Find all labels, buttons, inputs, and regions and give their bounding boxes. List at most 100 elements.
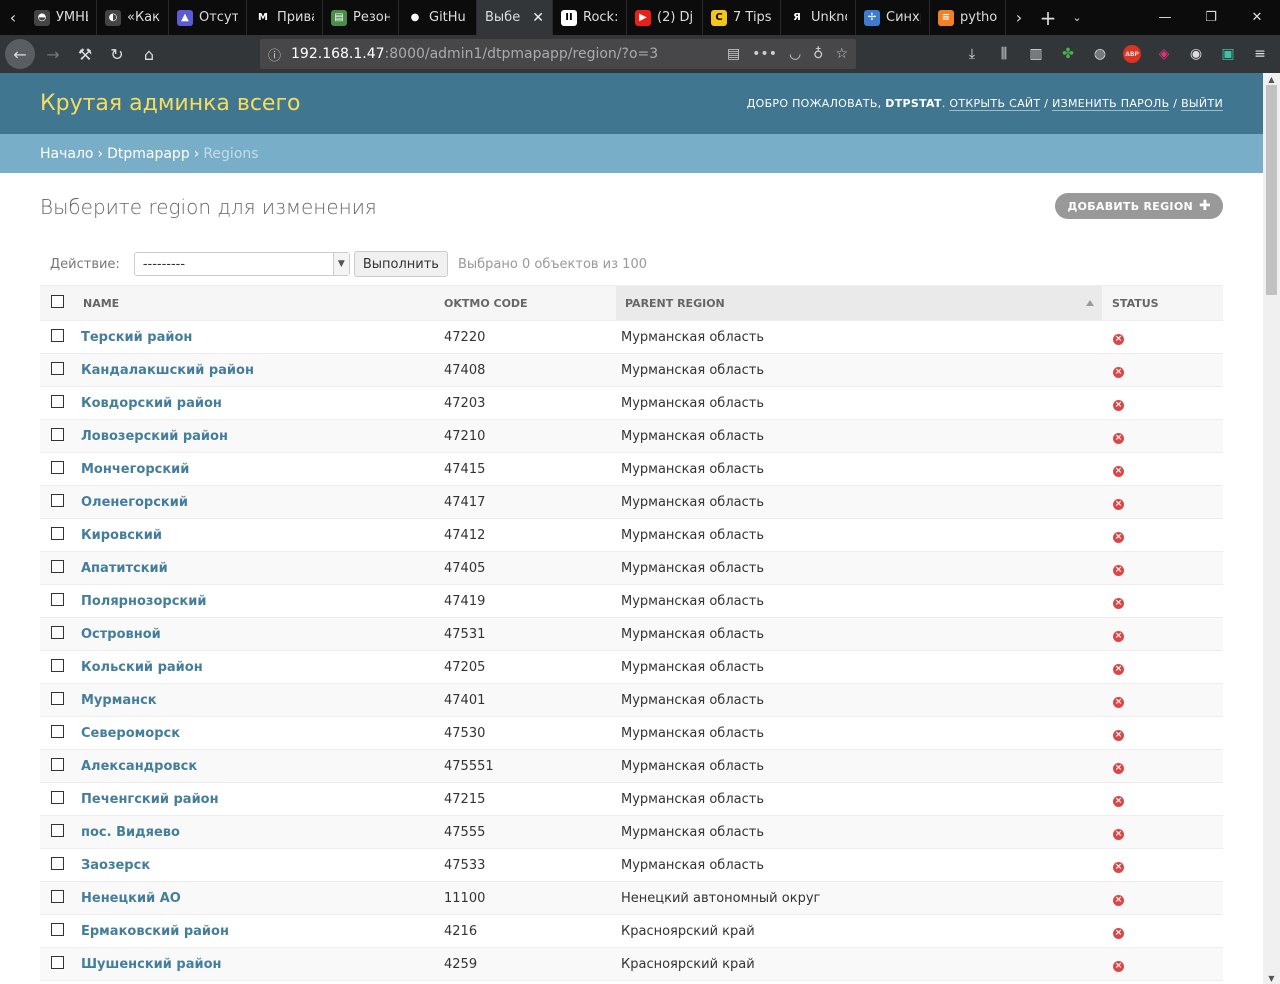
column-header-name[interactable]: NAME — [78, 285, 439, 321]
row-checkbox[interactable] — [51, 592, 64, 606]
row-checkbox[interactable] — [51, 460, 64, 474]
browser-tab[interactable]: Я Unkno — [781, 0, 856, 35]
browser-tab[interactable]: ● GitHu — [399, 0, 477, 35]
add-region-button[interactable]: ДОБАВИТЬ REGION ✚ — [1055, 193, 1223, 219]
bookmark-star-icon[interactable]: ☆ — [835, 46, 848, 62]
region-name-link[interactable]: Кировский — [81, 528, 162, 543]
region-name-link[interactable]: Заозерск — [81, 858, 150, 873]
region-name-link[interactable]: Александровск — [81, 759, 197, 774]
site-brand[interactable]: Крутая админка всего — [40, 91, 300, 116]
address-bar[interactable]: ⓘ 192.168.1.47:8000/admin1/dtpmapapp/reg… — [260, 39, 856, 69]
browser-tab[interactable]: Выбер ✕ — [477, 0, 553, 35]
browser-tab[interactable]: ◐ «Как м — [97, 0, 169, 35]
row-checkbox[interactable] — [51, 493, 64, 507]
browser-tab[interactable]: C 7 Tips — [703, 0, 781, 35]
page-actions-icon[interactable]: ••• — [752, 46, 777, 62]
tabs-scroll-right-icon[interactable]: › — [1006, 0, 1032, 35]
close-window-icon[interactable]: ✕ — [1234, 0, 1280, 35]
chevron-down-icon[interactable]: ▼ — [332, 253, 349, 275]
row-checkbox[interactable] — [51, 823, 64, 837]
scroll-down-icon[interactable]: ▼ — [1263, 972, 1280, 984]
pocket-icon[interactable]: ◡ — [789, 46, 801, 62]
row-checkbox[interactable] — [51, 790, 64, 804]
vertical-scrollbar[interactable]: ▲ ▼ — [1263, 73, 1280, 984]
row-checkbox[interactable] — [51, 724, 64, 738]
change-password-link[interactable]: ИЗМЕНИТЬ ПАРОЛЬ — [1052, 97, 1170, 111]
action-select[interactable]: --------- ▼ — [133, 252, 350, 276]
tabs-scroll-left-icon[interactable]: ‹ — [0, 0, 26, 35]
row-checkbox[interactable] — [51, 889, 64, 903]
row-checkbox[interactable] — [51, 757, 64, 771]
back-icon[interactable]: ← — [5, 39, 35, 69]
browser-tab[interactable]: M Прива — [247, 0, 323, 35]
column-header-parent-region[interactable]: PARENT REGION — [616, 285, 1102, 321]
region-name-link[interactable]: Полярнозорский — [81, 594, 206, 609]
region-name-link[interactable]: Мончегорский — [81, 462, 189, 477]
column-header-status[interactable]: STATUS — [1102, 285, 1223, 321]
region-name-link[interactable]: пос. Видяево — [81, 825, 180, 840]
row-checkbox[interactable] — [51, 526, 64, 540]
row-checkbox[interactable] — [51, 427, 64, 441]
extension-teal-icon[interactable]: ▣ — [1212, 38, 1244, 70]
reader-view-icon[interactable]: ▤ — [727, 46, 740, 62]
row-checkbox[interactable] — [51, 922, 64, 936]
sort-ascending-icon[interactable] — [1086, 300, 1094, 306]
region-name-link[interactable]: Оленегорский — [81, 495, 188, 510]
scrollbar-thumb[interactable] — [1266, 85, 1277, 295]
sidebar-icon[interactable]: ▥ — [1020, 38, 1052, 70]
row-checkbox[interactable] — [51, 658, 64, 672]
row-checkbox[interactable] — [51, 856, 64, 870]
logout-link[interactable]: ВЫЙТИ — [1181, 97, 1223, 111]
library-icon[interactable]: ⫼ — [988, 38, 1020, 70]
row-checkbox[interactable] — [51, 394, 64, 408]
region-name-link[interactable]: Апатитский — [81, 561, 168, 576]
column-header-oktmo[interactable]: OKTMO CODE — [439, 285, 616, 321]
browser-tab[interactable]: ▶ (2) Dja — [627, 0, 703, 35]
globe-icon[interactable]: ◍ — [1084, 38, 1116, 70]
forward-icon[interactable]: → — [37, 38, 69, 70]
extension-pink-icon[interactable]: ◈ — [1148, 38, 1180, 70]
reload-icon[interactable]: ↻ — [101, 38, 133, 70]
scroll-up-icon[interactable]: ▲ — [1263, 73, 1280, 85]
tools-wrench-icon[interactable]: ⚒ — [69, 38, 101, 70]
bulb-icon[interactable]: ♁ — [813, 46, 823, 62]
tab-list-chevron-icon[interactable]: ⌄ — [1064, 0, 1090, 35]
row-checkbox[interactable] — [51, 328, 64, 342]
region-name-link[interactable]: Ловозерский район — [81, 429, 228, 444]
region-name-link[interactable]: Терский район — [81, 330, 192, 345]
new-tab-icon[interactable]: + — [1032, 6, 1064, 30]
browser-tab[interactable]: ◓ УМНЫ — [26, 0, 97, 35]
region-name-link[interactable]: Мурманск — [81, 693, 157, 708]
region-name-link[interactable]: Кандалакшский район — [81, 363, 254, 378]
select-all-checkbox[interactable] — [51, 295, 64, 308]
browser-tab[interactable]: ▲ Отсут — [169, 0, 247, 35]
minimize-icon[interactable]: — — [1142, 0, 1188, 35]
row-checkbox[interactable] — [51, 361, 64, 375]
row-checkbox[interactable] — [51, 625, 64, 639]
maximize-icon[interactable]: ❐ — [1188, 0, 1234, 35]
close-tab-icon[interactable]: ✕ — [532, 10, 544, 26]
browser-tab[interactable]: II Rock: — [553, 0, 627, 35]
browser-tab[interactable]: ≡ pytho — [930, 0, 1006, 35]
row-checkbox[interactable] — [51, 559, 64, 573]
region-name-link[interactable]: Кольский район — [81, 660, 203, 675]
breadcrumb-home[interactable]: Начало — [40, 146, 93, 162]
breadcrumb-app[interactable]: Dtpmapapp — [107, 146, 190, 162]
region-name-link[interactable]: Шушенский район — [81, 957, 222, 972]
row-checkbox[interactable] — [51, 955, 64, 969]
extension-colorful-icon[interactable]: ✤ — [1052, 38, 1084, 70]
account-icon[interactable]: ◉ — [1180, 38, 1212, 70]
view-site-link[interactable]: ОТКРЫТЬ САЙТ — [949, 97, 1041, 111]
region-name-link[interactable]: Ермаковский район — [81, 924, 229, 939]
site-info-icon[interactable]: ⓘ — [268, 45, 281, 64]
home-icon[interactable]: ⌂ — [133, 38, 165, 70]
run-action-button[interactable]: Выполнить — [353, 251, 448, 277]
region-name-link[interactable]: Ненецкий АО — [81, 891, 181, 906]
row-checkbox[interactable] — [51, 691, 64, 705]
region-name-link[interactable]: Печенгский район — [81, 792, 219, 807]
region-name-link[interactable]: Островной — [81, 627, 161, 642]
browser-tab[interactable]: ▤ Резон — [323, 0, 399, 35]
region-name-link[interactable]: Североморск — [81, 726, 180, 741]
browser-tab[interactable]: ✢ Синхр — [856, 0, 930, 35]
adblock-icon[interactable]: ABP — [1116, 38, 1148, 70]
